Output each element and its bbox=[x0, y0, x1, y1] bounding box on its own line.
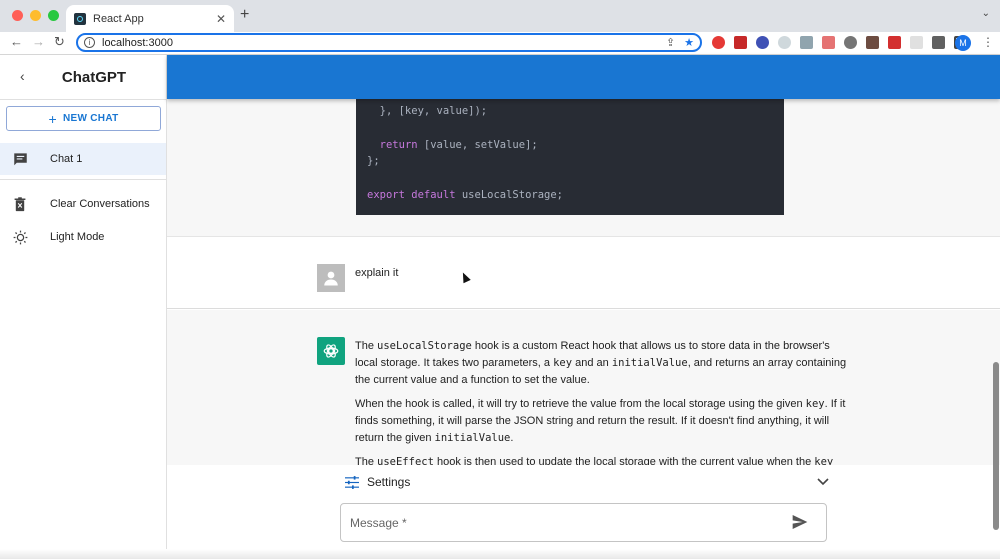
scrollbar-thumb[interactable] bbox=[993, 362, 999, 530]
code-line: }; bbox=[367, 155, 380, 167]
forward-arrow-icon[interactable]: → bbox=[32, 34, 45, 49]
chevron-left-icon[interactable]: ‹ bbox=[20, 68, 25, 84]
message-placeholder: Message * bbox=[350, 515, 407, 530]
openai-logo-icon bbox=[317, 337, 345, 365]
sidebar-separator bbox=[0, 179, 166, 180]
chat-bubble-icon bbox=[12, 151, 28, 167]
delete-forever-icon bbox=[12, 196, 28, 212]
assistant-paragraph: The useLocalStorage hook is a custom Rea… bbox=[355, 340, 847, 386]
adblock-extension-icon[interactable] bbox=[712, 36, 725, 49]
code-line: }, [key, value]); bbox=[367, 105, 488, 117]
window-controls bbox=[12, 10, 59, 21]
assistant-paragraph: When the hook is called, it will try to … bbox=[355, 398, 846, 444]
new-tab-button[interactable]: + bbox=[240, 6, 249, 24]
minimize-window-button[interactable] bbox=[30, 10, 41, 21]
megaphone-extension-icon[interactable] bbox=[888, 36, 901, 49]
user-message: explain it bbox=[167, 238, 1000, 309]
browser-tab-bar: React App ✕ + ⌄ bbox=[0, 0, 1000, 32]
code-line: return [value, setValue]; bbox=[379, 139, 538, 151]
chevron-down-icon[interactable] bbox=[817, 475, 829, 489]
window-bottom-edge bbox=[0, 549, 1000, 559]
settings-accordion[interactable]: Settings bbox=[345, 472, 829, 492]
coupon-extension-icon[interactable] bbox=[866, 36, 879, 49]
clipboard-extension-icon[interactable] bbox=[822, 36, 835, 49]
user-avatar-icon bbox=[317, 264, 345, 292]
address-bar[interactable]: i localhost:3000 ⇪ ★ bbox=[76, 33, 702, 52]
assistant-message-text: The useLocalStorage hook is a custom Rea… bbox=[355, 338, 855, 478]
pdf-extension-icon[interactable] bbox=[734, 36, 747, 49]
sidebar-item-clear-conversations[interactable]: Clear Conversations bbox=[0, 188, 166, 220]
profile-avatar[interactable]: M bbox=[955, 35, 971, 51]
tune-icon bbox=[345, 475, 359, 489]
sidebar-divider bbox=[0, 99, 166, 100]
new-chat-button[interactable]: + NEW CHAT bbox=[6, 106, 161, 131]
send-icon[interactable] bbox=[792, 515, 808, 532]
browser-menu-icon[interactable]: ⋮ bbox=[982, 35, 994, 49]
tab-close-icon[interactable]: ✕ bbox=[216, 12, 226, 26]
puzzle-extensions-icon[interactable] bbox=[932, 36, 945, 49]
sidebar-item-label: Light Mode bbox=[50, 231, 105, 243]
assistant-code-message: localStorage.setItem(key, JSON.stringify… bbox=[167, 99, 1000, 237]
dropper-extension-icon[interactable] bbox=[778, 36, 791, 49]
code-line: export default useLocalStorage; bbox=[367, 189, 563, 201]
sidebar-item-chat-1[interactable]: Chat 1 bbox=[0, 143, 166, 175]
user-message-text: explain it bbox=[355, 267, 399, 279]
browser-tab[interactable]: React App ✕ bbox=[66, 5, 234, 32]
site-info-icon[interactable]: i bbox=[84, 37, 95, 48]
code-block: localStorage.setItem(key, JSON.stringify… bbox=[356, 99, 784, 215]
extensions-bar bbox=[712, 36, 967, 49]
composer-area: Settings Message * bbox=[167, 465, 1000, 559]
reload-icon[interactable]: ↻ bbox=[54, 34, 65, 50]
close-window-button[interactable] bbox=[12, 10, 23, 21]
url-text: localhost:3000 bbox=[102, 36, 173, 49]
sidebar-item-label: Chat 1 bbox=[50, 153, 83, 165]
helmet-extension-icon[interactable] bbox=[844, 36, 857, 49]
share-icon[interactable]: ⇪ bbox=[666, 36, 675, 49]
new-chat-label: NEW CHAT bbox=[62, 113, 119, 124]
sidebar-item-light-mode[interactable]: Light Mode bbox=[0, 221, 166, 253]
sidebar: ‹ ChatGPT + NEW CHAT Chat 1 Clear Conver… bbox=[0, 55, 167, 559]
app-bar bbox=[167, 55, 1000, 99]
message-input[interactable]: Message * bbox=[340, 503, 827, 542]
react-favicon-icon bbox=[74, 12, 86, 25]
sidebar-item-label: Clear Conversations bbox=[50, 198, 150, 210]
settings-label: Settings bbox=[367, 475, 411, 489]
browser-toolbar: ← → ↻ i localhost:3000 ⇪ ★ M ⋮ bbox=[0, 32, 1000, 55]
tab-search-chevron-icon[interactable]: ⌄ bbox=[982, 8, 990, 19]
tab-title: React App bbox=[93, 12, 144, 25]
globe-extension-icon[interactable] bbox=[756, 36, 769, 49]
mouse-cursor-icon bbox=[459, 270, 471, 284]
code-line-clipped: localStorage.setItem(key, JSON.stringify… bbox=[367, 99, 715, 100]
back-arrow-icon[interactable]: ← bbox=[10, 34, 23, 49]
calendar-extension-icon[interactable] bbox=[910, 36, 923, 49]
camera-extension-icon[interactable] bbox=[800, 36, 813, 49]
maximize-window-button[interactable] bbox=[48, 10, 59, 21]
plus-icon: + bbox=[48, 110, 57, 127]
sun-icon bbox=[12, 229, 28, 245]
sidebar-header: ‹ ChatGPT bbox=[0, 55, 166, 99]
bookmark-star-icon[interactable]: ★ bbox=[684, 36, 694, 49]
